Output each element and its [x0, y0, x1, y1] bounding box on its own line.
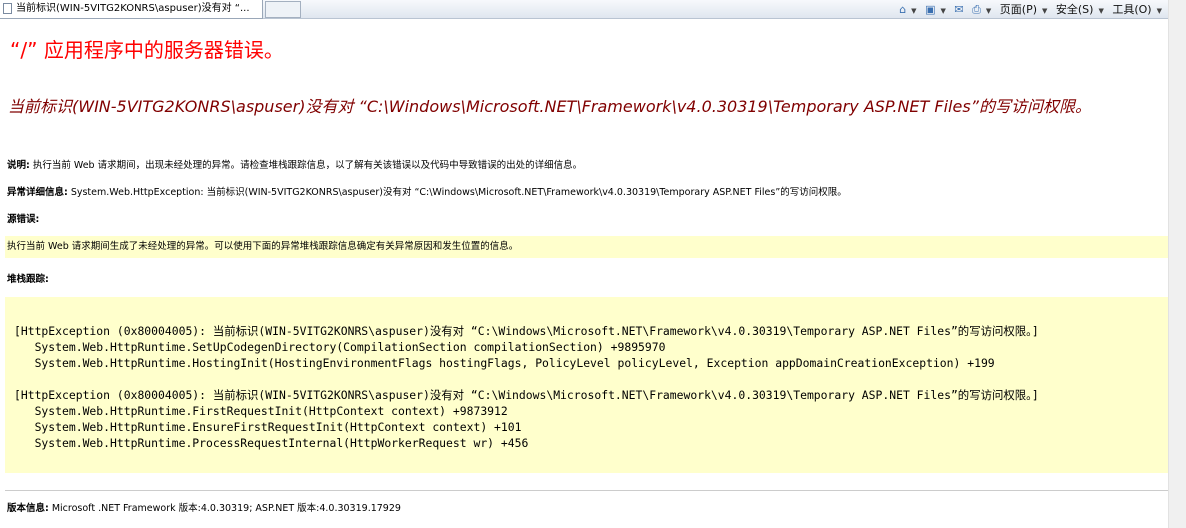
page-title: “/” 应用程序中的服务器错误。	[10, 38, 284, 62]
source-error-heading: 源错误:	[7, 211, 39, 225]
version-label: 版本信息:	[7, 503, 49, 514]
safety-dropdown-icon[interactable]: ▼	[1098, 7, 1103, 15]
tools-menu[interactable]: 工具(O)	[1112, 3, 1151, 16]
exception-details: 异常详细信息: System.Web.HttpException: 当前标识(W…	[7, 184, 847, 198]
home-icon[interactable]: ⌂	[899, 3, 906, 16]
stack-trace-box: [HttpException (0x80004005): 当前标识(WIN-5V…	[5, 297, 1168, 473]
feeds-dropdown-icon[interactable]: ▼	[940, 7, 945, 15]
tools-dropdown-icon[interactable]: ▼	[1157, 7, 1162, 15]
description-text: 执行当前 Web 请求期间，出现未经处理的异常。请检查堆栈跟踪信息，以了解有关该…	[29, 160, 583, 171]
stack-trace-text: [HttpException (0x80004005): 当前标识(WIN-5V…	[14, 324, 1039, 450]
page-menu[interactable]: 页面(P)	[1000, 3, 1037, 16]
new-tab-button[interactable]	[265, 1, 301, 18]
source-error-box: 执行当前 Web 请求期间生成了未经处理的异常。可以使用下面的异常堆栈跟踪信息确…	[5, 236, 1168, 258]
command-bar: ⌂ ▼ ▣ ▼ ✉ ⎙ ▼ 页面(P) ▼ 安全(S) ▼ 工具(O) ▼	[894, 0, 1162, 19]
browser-toolbar: 当前标识(WIN-5VITG2KONRS\aspuser)没有对 “... ⌂ ▼…	[0, 0, 1168, 19]
page-dropdown-icon[interactable]: ▼	[1042, 7, 1047, 15]
version-text: Microsoft .NET Framework 版本:4.0.30319; A…	[48, 503, 401, 514]
print-icon[interactable]: ⎙	[972, 3, 981, 16]
source-error-label: 源错误:	[7, 214, 40, 225]
error-heading: 当前标识(WIN-5VITG2KONRS\aspuser)没有对 “C:\Win…	[8, 97, 1091, 116]
page-icon	[3, 3, 12, 14]
safety-menu[interactable]: 安全(S)	[1056, 3, 1094, 16]
stack-trace-heading: 堆栈跟踪:	[7, 271, 49, 285]
stack-trace-label: 堆栈跟踪:	[7, 274, 49, 285]
exception-label: 异常详细信息:	[7, 187, 68, 198]
description-label: 说明:	[7, 160, 30, 171]
description: 说明: 执行当前 Web 请求期间，出现未经处理的异常。请检查堆栈跟踪信息，以了…	[7, 157, 582, 171]
source-error-text: 执行当前 Web 请求期间生成了未经处理的异常。可以使用下面的异常堆栈跟踪信息确…	[7, 241, 519, 252]
version-info: 版本信息: Microsoft .NET Framework 版本:4.0.30…	[7, 500, 401, 514]
feeds-icon[interactable]: ▣	[925, 3, 935, 16]
browser-tab[interactable]: 当前标识(WIN-5VITG2KONRS\aspuser)没有对 “...	[0, 0, 263, 19]
home-dropdown-icon[interactable]: ▼	[911, 7, 916, 15]
divider	[5, 490, 1168, 491]
mail-icon[interactable]: ✉	[954, 3, 963, 16]
tab-title: 当前标识(WIN-5VITG2KONRS\aspuser)没有对 “...	[16, 3, 250, 14]
exception-text: System.Web.HttpException: 当前标识(WIN-5VITG…	[67, 187, 847, 198]
vertical-scrollbar[interactable]	[1168, 0, 1186, 528]
print-dropdown-icon[interactable]: ▼	[986, 7, 991, 15]
